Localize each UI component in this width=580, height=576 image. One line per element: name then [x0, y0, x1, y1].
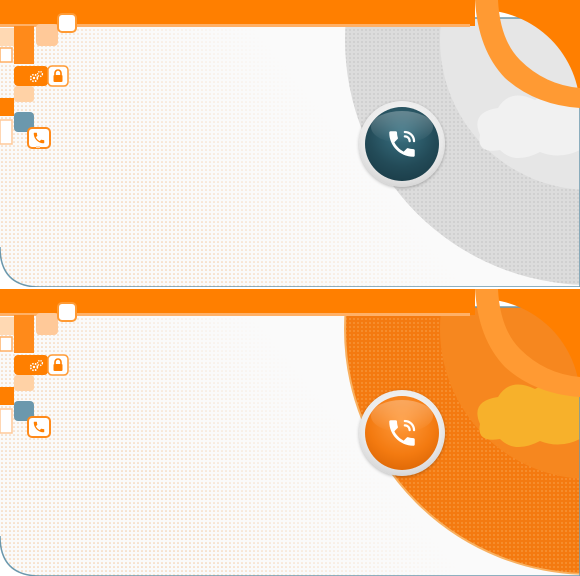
phone-icon — [33, 421, 45, 433]
call-button-face — [365, 396, 439, 470]
call-panel-active — [0, 289, 580, 576]
call-button-face — [365, 107, 439, 181]
call-button[interactable] — [359, 101, 445, 187]
lock-icon — [53, 358, 63, 371]
gears-icon — [29, 70, 44, 83]
lock-icon — [53, 69, 63, 82]
phone-ringing-icon — [389, 419, 416, 446]
phone-ringing-icon — [389, 130, 416, 157]
panel-background — [0, 289, 580, 576]
gears-icon — [29, 359, 44, 372]
call-button[interactable] — [359, 390, 445, 476]
call-panel-default — [0, 0, 580, 287]
phone-icon — [33, 132, 45, 144]
panel-background — [0, 0, 580, 287]
